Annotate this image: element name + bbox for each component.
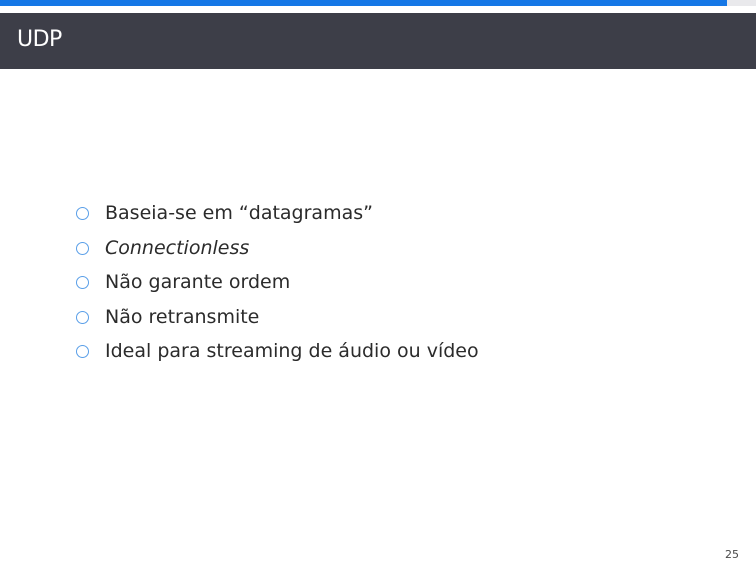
bullet-text: Não garante ordem [105, 271, 291, 293]
bullet-circle-icon [76, 207, 89, 220]
bullet-circle-icon [76, 276, 89, 289]
bullet-circle-icon [76, 310, 89, 324]
page-number: 25 [725, 548, 739, 561]
bullet-circle-icon [76, 345, 89, 358]
bullet-text: Não retransmite [105, 305, 260, 328]
title-bar: UDP [0, 13, 756, 69]
bullet-text: Baseia-se em “datagramas” [105, 202, 373, 224]
progress-bar [0, 0, 756, 6]
bullet-circle-icon [76, 241, 89, 255]
bullet-text: Connectionless [105, 236, 250, 259]
progress-bar-fill [0, 0, 728, 6]
bullet-text: Ideal para streaming de áudio ou vídeo [105, 340, 479, 362]
slide-title: UDP [17, 27, 62, 52]
